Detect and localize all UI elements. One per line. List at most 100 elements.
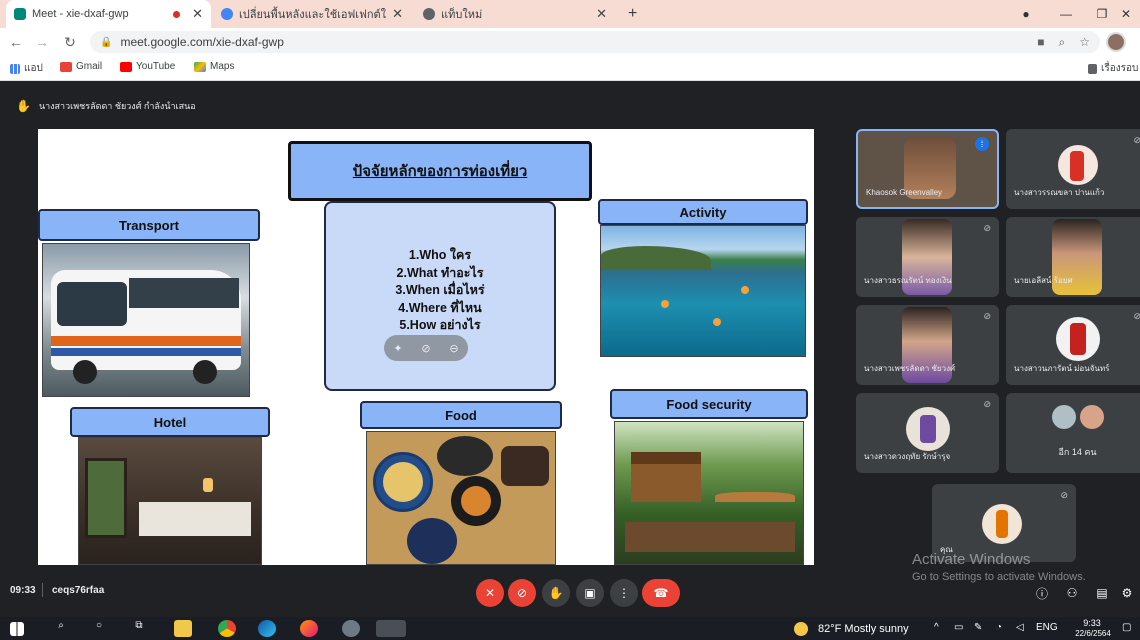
participant-tile[interactable]: ⊘ นางสาวดวงฤทัย รักษ์ารุจ: [856, 393, 999, 473]
wifi-icon[interactable]: ◔: [996, 622, 1002, 633]
swimmer: [741, 286, 749, 294]
bus-windshield: [57, 282, 127, 326]
meet-window: ✋ นางสาวเพชรลัดดา ชัยวงศ์ กำลังนำเสนอ ปั…: [0, 81, 1140, 617]
forward-icon[interactable]: →: [32, 32, 52, 52]
mic-toggle-button[interactable]: ✕: [476, 579, 504, 607]
cortana-icon[interactable]: ○: [90, 620, 108, 637]
notifications-icon[interactable]: ▢: [1122, 622, 1131, 633]
profile-icon[interactable]: ●: [1008, 0, 1044, 28]
reading-list-icon: [1088, 63, 1097, 74]
more-count: อีก 14 คน: [1058, 447, 1097, 457]
participant-avatar-figure: [920, 415, 936, 443]
tab-help[interactable]: เปลี่ยนพื้นหลังและใช้เอฟเฟกต์ใน Goo ✕: [213, 0, 411, 28]
camera-toggle-button[interactable]: ⊘: [508, 579, 536, 607]
chrome-icon[interactable]: [218, 620, 236, 637]
meeting-info-button[interactable]: ⓘ: [1028, 579, 1056, 607]
meet-favicon-icon: [14, 8, 26, 20]
close-window-icon[interactable]: ✕: [1108, 0, 1140, 28]
participant-tile[interactable]: ⊘ นางสาวรรณขลา ปานแก้ว: [1006, 129, 1140, 209]
search-icon[interactable]: ⌕: [52, 620, 70, 637]
food-label: Food: [360, 401, 562, 429]
bookmark-youtube[interactable]: YouTube: [120, 61, 175, 72]
snorkeling-photo: [600, 225, 806, 357]
more-vert-icon: ⋮: [618, 586, 630, 600]
chat-button[interactable]: ▤: [1088, 579, 1116, 607]
bookmark-star-icon[interactable]: ☆: [1079, 35, 1090, 50]
taskbar-clock[interactable]: 9:33: [1078, 618, 1106, 628]
weather-text[interactable]: 82°F Mostly sunny: [818, 623, 909, 635]
food-photo: [366, 431, 556, 565]
firefox-icon[interactable]: [300, 620, 318, 637]
participant-name: นางสาวรรณขลา ปานแก้ว: [1014, 188, 1105, 197]
transport-label: Transport: [38, 209, 260, 241]
edge-icon[interactable]: [258, 620, 276, 637]
avatar[interactable]: [1106, 32, 1126, 52]
zoom-icon[interactable]: ⌕: [1059, 35, 1066, 50]
deck: [625, 522, 795, 552]
resort-photo: [614, 421, 804, 565]
volume-icon[interactable]: ◁: [1016, 622, 1024, 633]
task-view-icon[interactable]: ⧉: [130, 620, 148, 637]
active-app-icon[interactable]: [376, 620, 406, 637]
weather-icon: [794, 622, 808, 636]
meeting-time: 09:33: [10, 585, 36, 596]
camera-icon[interactable]: ■: [1037, 35, 1044, 50]
close-tab-icon[interactable]: ✕: [596, 6, 607, 22]
more-options-button[interactable]: ⋮: [610, 579, 638, 607]
participant-tile[interactable]: นายเอลีสน์ ร้อยศ: [1006, 217, 1140, 297]
pin-icon[interactable]: ✦: [393, 342, 402, 355]
bookmark-apps[interactable]: แอป: [10, 61, 43, 76]
system-tray-chevron-icon[interactable]: ^: [934, 622, 939, 633]
back-icon[interactable]: ←: [6, 32, 26, 52]
participant-avatar-figure: [1070, 151, 1084, 181]
minimize-icon[interactable]: —: [1048, 0, 1084, 28]
app-icon[interactable]: [342, 620, 360, 637]
participant-tile[interactable]: ⊘ นางสาวธรณรัตน์ ทองเงิน: [856, 217, 999, 297]
windows-start-icon[interactable]: [10, 622, 24, 636]
raise-hand-button[interactable]: ✋: [542, 579, 570, 607]
tab-title: แท็บใหม่: [441, 9, 483, 21]
participant-avatar: [1080, 405, 1104, 429]
taskbar-date[interactable]: 22/6/2564: [1068, 629, 1118, 638]
tab-new[interactable]: แท็บใหม่ ✕: [415, 0, 615, 28]
reading-list[interactable]: เรื่องรอบ: [1088, 61, 1138, 76]
leave-call-button[interactable]: ☎: [642, 579, 680, 607]
participant-name: นางสาวดวงฤทัย รักษ์ารุจ: [864, 452, 951, 461]
question-item: 5.How อย่างไร: [399, 318, 481, 332]
bookmark-gmail[interactable]: Gmail: [60, 61, 102, 72]
chat-icon: ▤: [1096, 586, 1108, 600]
meeting-code: ceqs76rfaa: [52, 585, 105, 596]
presenter-label: นางสาวเพชรลัดดา ชัยวงศ์ กำลังนำเสนอ: [38, 101, 196, 111]
more-participants-tile[interactable]: อีก 14 คน: [1006, 393, 1140, 473]
participant-tile[interactable]: ⊘ นางสาวเพชรลัดดา ชัยวงศ์: [856, 305, 999, 385]
slide-title-box: ปัจจัยหลักของการท่องเที่ยว: [288, 141, 592, 201]
activities-button[interactable]: ⚙: [1116, 579, 1138, 607]
file-explorer-icon[interactable]: [174, 620, 192, 637]
hotel-label: Hotel: [70, 407, 270, 437]
bowl: [501, 446, 549, 486]
present-button[interactable]: ▣: [576, 579, 604, 607]
participant-tile[interactable]: ⊘ นางสาวนภารัตน์ ม่อนจันทร์: [1006, 305, 1140, 385]
new-tab-button[interactable]: +: [620, 0, 650, 28]
mute-icon[interactable]: ⊘: [421, 342, 430, 355]
people-button[interactable]: ⚇: [1058, 579, 1086, 607]
close-tab-icon[interactable]: ✕: [192, 6, 203, 22]
remove-icon[interactable]: ⊖: [449, 342, 458, 355]
language-indicator[interactable]: ENG: [1036, 622, 1058, 633]
browser-tab-strip: Meet - xie-dxaf-gwp ✕ เปลี่ยนพื้นหลังและ…: [0, 0, 1140, 28]
participant-tile[interactable]: ⁞ Khaosok Greenvalley: [856, 129, 999, 209]
presentation-controls-pill[interactable]: ✦ ⊘ ⊖: [384, 335, 468, 361]
battery-icon[interactable]: ▭: [954, 622, 963, 633]
tab-meet[interactable]: Meet - xie-dxaf-gwp ✕: [6, 0, 211, 28]
reload-icon[interactable]: ↻: [60, 32, 80, 52]
question-item: 4.Where ที่ไหน: [398, 300, 482, 315]
meet-control-bar: 09:33 ceqs76rfaa ✕ ⊘ ✋ ▣ ⋮ ☎ ⓘ ⚇ ▤ ⚙: [0, 571, 1140, 617]
swimmer: [661, 300, 669, 308]
close-tab-icon[interactable]: ✕: [392, 6, 403, 22]
bookmark-label: Maps: [210, 61, 235, 72]
bookmark-maps[interactable]: Maps: [194, 61, 234, 72]
presented-slide: ปัจจัยหลักของการท่องเที่ยว Transport 1.W…: [38, 129, 814, 565]
pen-icon[interactable]: ✎: [974, 622, 982, 633]
activate-windows-title: Activate Windows: [912, 551, 1031, 568]
address-bar[interactable]: 🔒 meet.google.com/xie-dxaf-gwp ■ ⌕ ☆: [90, 31, 1100, 53]
